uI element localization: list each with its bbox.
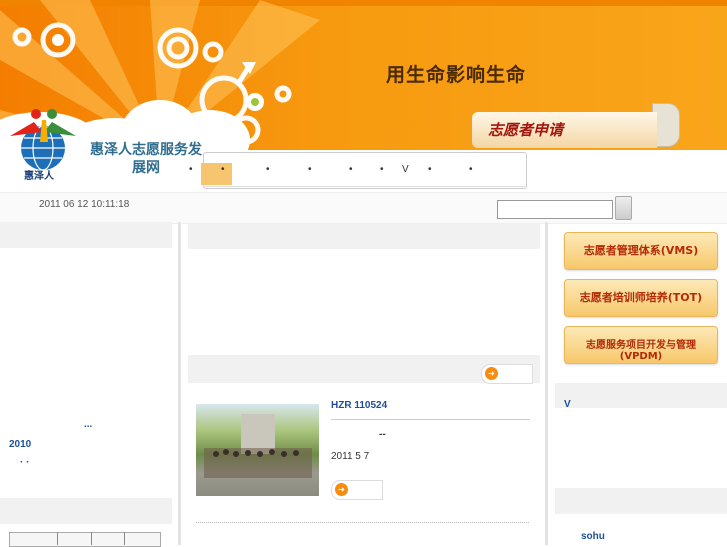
nav-item[interactable]: V (402, 164, 409, 175)
calendar-divider (124, 532, 125, 545)
vpdm-button[interactable]: 志愿服务项目开发与管理(VPDM) (564, 326, 718, 364)
nav-item[interactable]: • (266, 164, 270, 175)
nav-item[interactable]: • (469, 164, 473, 175)
main-nav (203, 152, 527, 189)
dotted-divider (196, 522, 529, 523)
calendar-divider (91, 532, 92, 545)
vpdm-button-label: 志愿服务项目开发与管理(VPDM) (586, 340, 696, 362)
nav-divider (203, 186, 525, 187)
nav-item[interactable]: • (308, 164, 312, 175)
center-panel-header (188, 224, 540, 249)
sohu-link[interactable]: sohu (581, 531, 605, 542)
arrow-right-icon: ➜ (335, 483, 348, 496)
nav-item[interactable]: • (349, 164, 353, 175)
news-date: 2011 5 7 (331, 451, 370, 462)
left-panel-header (0, 498, 172, 524)
news-divider (331, 419, 530, 420)
column-divider (178, 222, 181, 545)
slogan: 用生命影响生命 (386, 64, 527, 86)
volunteer-apply-label[interactable]: 志愿者申请 (488, 119, 563, 140)
right-section-label: V (564, 399, 571, 410)
search-button[interactable] (615, 196, 632, 220)
header-banner: 用生命影响生命 志愿者申请 (0, 0, 727, 150)
left-panel-header (0, 222, 172, 248)
tot-button[interactable]: 志愿者培训师培养(TOT) (564, 279, 718, 317)
left-year-link[interactable]: 2010 (9, 439, 31, 450)
nav-item[interactable]: • (189, 164, 193, 175)
logo-text: 惠泽人 (24, 171, 54, 182)
date-time: 2011 06 12 10:11:18 (39, 199, 130, 210)
left-ellipsis[interactable]: ... (84, 419, 92, 430)
more-button[interactable]: ➜ (331, 480, 383, 500)
left-dots: · · (20, 457, 30, 468)
calendar-divider (57, 532, 58, 545)
news-title-link[interactable]: HZR 110524 (331, 400, 387, 411)
nav-active-highlight (201, 163, 232, 185)
right-panel-header (555, 383, 727, 408)
nav-item[interactable]: • (380, 164, 384, 175)
more-button[interactable]: ➜ (481, 364, 533, 384)
news-photo[interactable] (196, 404, 319, 496)
tot-button-label: 志愿者培训师培养(TOT) (579, 291, 703, 304)
nav-item[interactable]: • (428, 164, 432, 175)
news-dash: -- (379, 429, 386, 440)
site-name[interactable]: 惠泽人志愿服务发展网 (86, 141, 206, 177)
right-panel-header (555, 488, 727, 514)
vms-button-label: 志愿者管理体系(VMS) (583, 244, 699, 257)
nav-item[interactable]: • (221, 164, 225, 175)
search-input[interactable] (497, 200, 613, 219)
photo-illustration (204, 414, 312, 478)
column-divider (545, 222, 548, 545)
arrow-right-icon: ➜ (485, 367, 498, 380)
vms-button[interactable]: 志愿者管理体系(VMS) (564, 232, 718, 270)
